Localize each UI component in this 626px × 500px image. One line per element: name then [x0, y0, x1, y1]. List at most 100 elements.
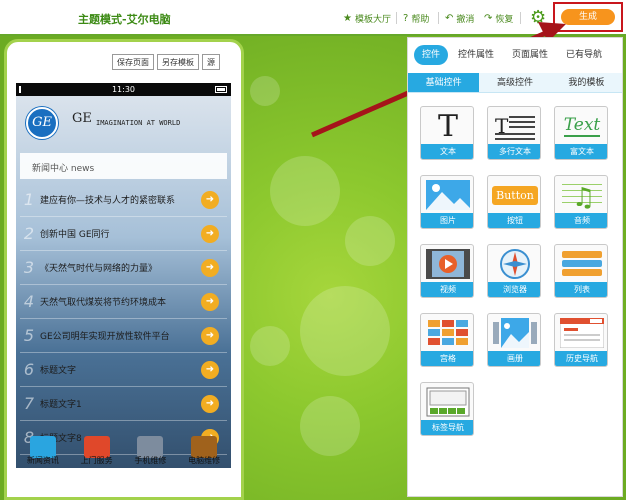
control-gallery[interactable]: 画册	[487, 313, 541, 367]
control-button[interactable]: Button 按钮	[487, 175, 541, 229]
news-item[interactable]: 2 创新中国 GE同行 ➜	[20, 217, 227, 251]
control-list[interactable]: 列表	[554, 244, 608, 298]
news-number: 5	[23, 326, 35, 345]
control-label: 多行文本	[488, 144, 540, 159]
news-title: 天然气取代煤炭将节约环境成本	[40, 298, 167, 308]
tab-page-properties[interactable]: 页面属性	[504, 45, 557, 65]
redo-link[interactable]: ↷ 恢复	[484, 12, 513, 25]
news-item[interactable]: 1 建应有你—技术与人才的紧密联系 ➜	[20, 183, 227, 217]
undo-link[interactable]: ↶ 撤消	[445, 12, 474, 25]
news-item[interactable]: 4 天然气取代煤炭将节约环境成本 ➜	[20, 285, 227, 319]
status-time: 11:30	[111, 85, 136, 94]
control-label: 图片	[421, 213, 473, 228]
control-history-nav[interactable]: 历史导航	[554, 313, 608, 367]
bottom-nav-service[interactable]: 上门服务	[74, 436, 120, 466]
news-item[interactable]: 3 《天然气时代与网络的力量》 ➜	[20, 251, 227, 285]
bokeh-decoration	[300, 286, 390, 376]
tab-controls[interactable]: 控件	[414, 45, 449, 65]
audio-icon: ♫	[555, 176, 607, 214]
bottom-nav-phone-repair[interactable]: 手机维修	[127, 436, 173, 466]
arrow-right-icon[interactable]: ➜	[201, 394, 219, 413]
history-nav-icon	[555, 314, 607, 352]
subtab-my-templates[interactable]: 我的模板	[551, 73, 622, 92]
news-list: 1 建应有你—技术与人才的紧密联系 ➜ 2 创新中国 GE同行 ➜ 3 《天然气…	[20, 183, 227, 455]
panel-tabs: 控件 控件属性 页面属性 已有导航	[414, 45, 611, 65]
save-page-button[interactable]: 保存页面	[112, 54, 154, 70]
news-item[interactable]: 6 标题文字 ➜	[20, 353, 227, 387]
ge-logo: GE	[26, 107, 58, 139]
arrow-right-icon[interactable]: ➜	[201, 360, 219, 379]
page-title: 主题模式-艾尔电脑	[78, 13, 171, 26]
generate-button[interactable]: 生成	[561, 9, 615, 25]
arrow-right-icon[interactable]: ➜	[201, 258, 219, 277]
button-glyph: Button	[492, 185, 538, 205]
tab-nav-icon	[421, 383, 473, 421]
control-text[interactable]: T 文本	[420, 106, 474, 160]
rich-text-glyph: Text	[563, 115, 601, 137]
browser-icon	[488, 245, 540, 283]
template-hall-link[interactable]: ★ 模板大厅	[343, 12, 391, 25]
news-item[interactable]: 5 GE公司明年实现开放性软件平台 ➜	[20, 319, 227, 353]
bottom-nav-label: 新闻资讯	[26, 456, 59, 465]
redo-icon: ↷	[484, 13, 493, 24]
signal-icon	[19, 86, 27, 93]
phone-screen: 11:30 GE GE IMAGINATION AT WORLD 新闻中心 ne…	[16, 83, 231, 468]
bokeh-decoration	[345, 216, 395, 266]
arrow-right-icon[interactable]: ➜	[201, 190, 219, 209]
source-button[interactable]: 源	[202, 54, 220, 70]
control-label: 历史导航	[555, 351, 607, 366]
control-label: 画册	[488, 351, 540, 366]
control-rich-text[interactable]: Text 富文本	[554, 106, 608, 160]
undo-icon: ↶	[445, 13, 454, 24]
bottom-nav-label: 手机维修	[134, 456, 167, 465]
control-grid[interactable]: 宫格	[420, 313, 474, 367]
control-subtabs: 基础控件 高级控件 我的模板	[408, 73, 622, 93]
control-audio[interactable]: ♫ 音频	[554, 175, 608, 229]
template-hall-label: 模板大厅	[354, 15, 391, 25]
help-icon: ?	[403, 13, 409, 24]
rich-text-icon: Text	[555, 107, 607, 145]
help-link[interactable]: ? 帮助	[403, 12, 429, 25]
control-image[interactable]: 图片	[420, 175, 474, 229]
bokeh-decoration	[270, 156, 340, 226]
tab-control-properties[interactable]: 控件属性	[450, 45, 503, 65]
news-title: 标题文字	[40, 366, 77, 376]
news-header: 新闻中心 news	[20, 153, 227, 179]
bottom-nav-label: 上门服务	[80, 456, 113, 465]
bokeh-decoration	[250, 76, 280, 106]
news-item[interactable]: 7 标题文字1 ➜	[20, 387, 227, 421]
brand-tagline: IMAGINATION AT WORLD	[96, 119, 181, 127]
controls-grid: T 文本 T 多行文本 Text 富文本 图片 Button 按钮 ♫ 音频 视…	[420, 106, 620, 436]
control-label: 视频	[421, 282, 473, 297]
list-icon	[555, 245, 607, 283]
text-glyph: T	[437, 108, 458, 144]
arrow-right-icon[interactable]: ➜	[201, 292, 219, 311]
control-label: 标签导航	[421, 420, 473, 435]
gallery-icon	[488, 314, 540, 352]
subtab-advanced[interactable]: 高级控件	[479, 73, 550, 92]
control-label: 文本	[421, 144, 473, 159]
divider	[438, 12, 439, 24]
arrow-right-icon[interactable]: ➜	[201, 224, 219, 243]
bottom-nav-pc-repair[interactable]: 电脑维修	[181, 436, 227, 466]
bottom-nav-label: 电脑维修	[188, 456, 221, 465]
star-icon: ★	[343, 13, 352, 24]
control-multiline-text[interactable]: T 多行文本	[487, 106, 541, 160]
control-label: 音频	[555, 213, 607, 228]
news-number: 3	[23, 258, 35, 277]
control-video[interactable]: 视频	[420, 244, 474, 298]
brand-name: GE	[72, 111, 92, 126]
control-browser[interactable]: 浏览器	[487, 244, 541, 298]
news-number: 2	[23, 224, 35, 243]
arrow-right-icon[interactable]: ➜	[201, 326, 219, 345]
control-tab-nav[interactable]: 标签导航	[420, 382, 474, 436]
tab-existing-nav[interactable]: 已有导航	[558, 45, 611, 65]
subtab-basic[interactable]: 基础控件	[408, 73, 480, 92]
save-as-template-button[interactable]: 另存模板	[157, 54, 199, 70]
bottom-nav-news[interactable]: 新闻资讯	[20, 436, 66, 466]
video-icon	[421, 245, 473, 283]
news-number: 4	[23, 292, 35, 311]
undo-label: 撤消	[456, 15, 475, 25]
news-title: 标题文字1	[40, 400, 82, 410]
gear-icon[interactable]: ⚙	[530, 7, 546, 28]
